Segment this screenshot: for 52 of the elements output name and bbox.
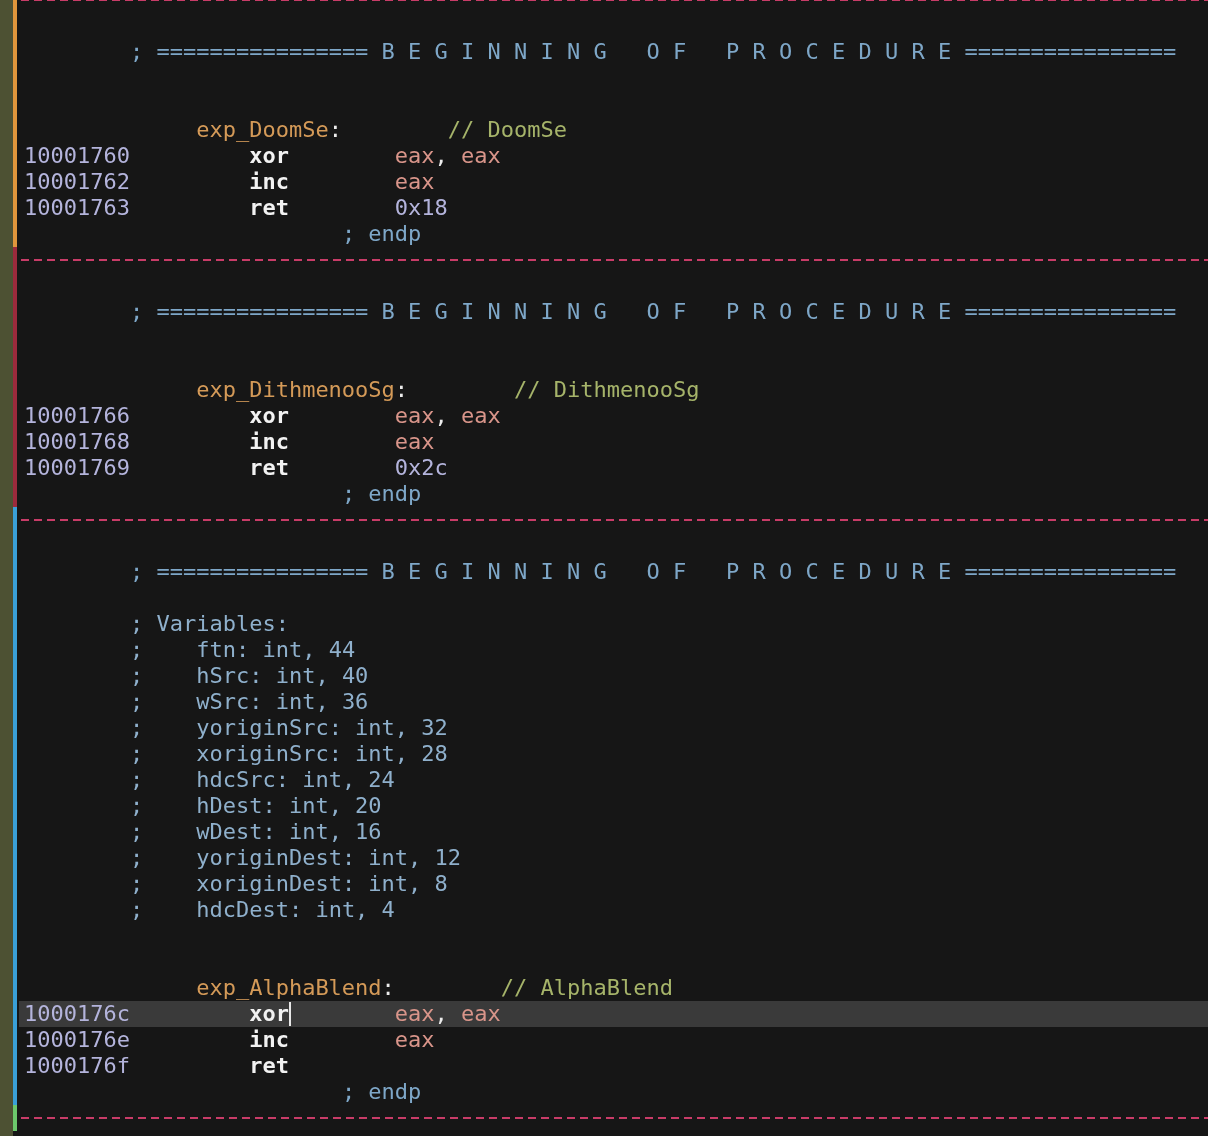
mnemonic-text: xor	[249, 1001, 289, 1027]
label-text[interactable]: exp_DithmenooSg:	[196, 377, 409, 402]
address-text[interactable]: 10001762	[24, 169, 250, 195]
endp-comment: ; endp	[341, 1079, 422, 1104]
address-text[interactable]: 1000176c	[24, 1001, 250, 1027]
variable-comment: ; ftn: int, 44	[129, 637, 356, 662]
address-text[interactable]: 10001766	[24, 403, 250, 429]
current-line-highlight[interactable]: 1000176c xor eax, eax	[19, 1001, 1208, 1027]
address-text[interactable]: 1000176e	[24, 1027, 250, 1053]
mnemonic-text: inc	[249, 429, 289, 455]
variable-comment: ; hdcDest: int, 4	[129, 897, 395, 922]
variable-comment: ; wDest: int, 16	[129, 819, 382, 844]
mnemonic-text: ret	[249, 455, 289, 481]
variable-comment: ; hdcSrc: int, 24	[129, 767, 395, 792]
address-text[interactable]: 10001760	[24, 143, 250, 169]
operand-text: eax	[394, 429, 436, 455]
variable-comment: ; yoriginDest: int, 12	[129, 845, 462, 870]
label-text[interactable]: exp_DoomSe:	[196, 117, 342, 142]
mnemonic-text: xor	[249, 143, 289, 169]
procedure-header-comment: ; ================ B E G I N N I N G O F P R O C E D U R E ================	[129, 39, 1177, 64]
address-text[interactable]: 10001768	[24, 429, 250, 455]
variable-comment: ; wSrc: int, 36	[129, 689, 369, 714]
comment-text: // DithmenooSg	[514, 377, 700, 402]
variable-comment: ; Variables:	[129, 611, 289, 636]
mnemonic-text: ret	[249, 1053, 289, 1079]
variable-comment: ; xoriginDest: int, 8	[129, 871, 448, 896]
mnemonic-text: inc	[249, 1027, 289, 1053]
procedure-header-comment: ; ================ B E G I N N I N G O F P R O C E D U R E ================	[129, 299, 1177, 324]
mnemonic-text: xor	[249, 403, 289, 429]
text-cursor	[288, 1002, 291, 1026]
address-text[interactable]: 10001763	[24, 195, 250, 221]
operand-text: eax, eax	[394, 403, 502, 429]
procedure-header-comment: ; ================ B E G I N N I N G O F P R O C E D U R E ================	[129, 559, 1177, 584]
address-text[interactable]: 10001769	[24, 455, 250, 481]
operand-text: eax, eax	[394, 1001, 502, 1027]
operand-text: eax	[394, 1027, 436, 1053]
mnemonic-text: ret	[249, 195, 289, 221]
variable-comment: ; yoriginSrc: int, 32	[129, 715, 448, 740]
variable-comment: ; hSrc: int, 40	[129, 663, 369, 688]
operand-text: 0x18	[394, 195, 449, 221]
comment-text: // AlphaBlend	[500, 975, 673, 1000]
variable-comment: ; hDest: int, 20	[129, 793, 382, 818]
comment-text: // DoomSe	[447, 117, 568, 142]
variable-comment: ; xoriginSrc: int, 28	[129, 741, 448, 766]
endp-comment: ; endp	[341, 481, 422, 506]
endp-comment: ; endp	[341, 221, 422, 246]
label-text[interactable]: exp_AlphaBlend:	[196, 975, 395, 1000]
operand-text: 0x2c	[394, 455, 449, 481]
operand-text: eax	[394, 169, 436, 195]
address-text[interactable]: 1000176f	[24, 1053, 250, 1079]
mnemonic-text: inc	[249, 169, 289, 195]
operand-text: eax, eax	[394, 143, 502, 169]
